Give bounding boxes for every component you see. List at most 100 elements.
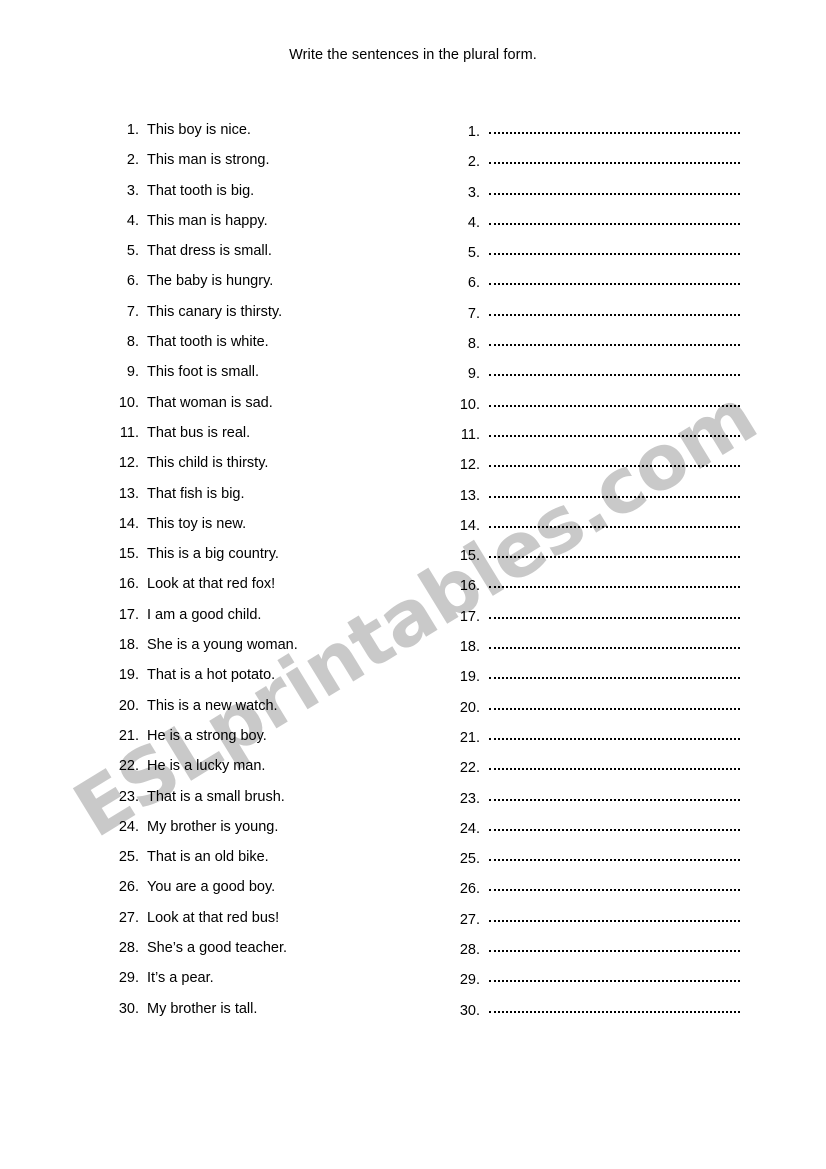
answer-row: 28. [455, 940, 740, 970]
prompt-sentence: This toy is new. [147, 515, 247, 532]
answer-number: 9. [467, 366, 480, 383]
prompt-row: 15. This is a big country. [113, 546, 413, 576]
prompt-sentence: This man is happy. [147, 212, 268, 229]
answer-write-in-line[interactable] [489, 819, 740, 833]
answer-number: 10. [459, 396, 480, 413]
prompt-sentence: He is a strong boy. [147, 727, 267, 744]
answer-write-in-line[interactable] [489, 607, 740, 621]
answer-write-in-line[interactable] [489, 152, 740, 166]
answer-write-in-line[interactable] [489, 183, 740, 197]
prompt-row: 1. This boy is nice. [113, 122, 413, 152]
prompt-row: 20. This is a new watch. [113, 698, 413, 728]
prompt-row: 10. That woman is sad. [113, 395, 413, 425]
answer-row: 18. [455, 637, 740, 667]
prompt-row: 5. That dress is small. [113, 243, 413, 273]
prompt-number: 4. [126, 212, 139, 229]
prompt-number: 5. [126, 243, 139, 260]
answer-row: 15. [455, 546, 740, 576]
answer-write-in-line[interactable] [489, 879, 740, 893]
prompt-sentence: This man is strong. [147, 152, 270, 169]
prompt-number: 24. [118, 818, 139, 835]
answer-row: 4. [455, 213, 740, 243]
answer-write-in-line[interactable] [489, 364, 740, 378]
prompt-number: 13. [118, 485, 139, 502]
answer-row: 10. [455, 395, 740, 425]
prompt-sentence: That tooth is white. [147, 334, 269, 351]
prompt-number: 30. [118, 1000, 139, 1017]
answer-write-in-line[interactable] [489, 910, 740, 924]
answer-write-in-line[interactable] [489, 334, 740, 348]
prompt-sentence: Look at that red fox! [147, 576, 276, 593]
answer-write-in-line[interactable] [489, 970, 740, 984]
prompt-sentence: That is an old bike. [147, 849, 269, 866]
answer-row: 26. [455, 879, 740, 909]
prompt-number: 15. [118, 546, 139, 563]
answer-write-in-line[interactable] [489, 940, 740, 954]
prompt-number: 3. [126, 182, 139, 199]
answer-row: 2. [455, 152, 740, 182]
answer-write-in-line[interactable] [489, 122, 740, 136]
answer-write-in-line[interactable] [489, 243, 740, 257]
answer-number: 16. [459, 578, 480, 595]
answer-number: 15. [459, 548, 480, 565]
answer-write-in-line[interactable] [489, 576, 740, 590]
answer-write-in-line[interactable] [489, 455, 740, 469]
answer-write-in-line[interactable] [489, 486, 740, 500]
answer-number: 19. [459, 669, 480, 686]
answer-write-in-line[interactable] [489, 273, 740, 287]
prompt-sentence: This child is thirsty. [147, 455, 269, 472]
answer-write-in-line[interactable] [489, 516, 740, 530]
answer-write-in-line[interactable] [489, 849, 740, 863]
prompt-sentence: The baby is hungry. [147, 273, 274, 290]
answer-number: 29. [459, 972, 480, 989]
prompt-number: 29. [118, 970, 139, 987]
answer-number: 6. [467, 275, 480, 292]
prompt-row: 4. This man is happy. [113, 213, 413, 243]
prompt-row: 18. She is a young woman. [113, 637, 413, 667]
prompt-row: 6. The baby is hungry. [113, 273, 413, 303]
answer-number: 5. [467, 245, 480, 262]
prompt-row: 22. He is a lucky man. [113, 758, 413, 788]
answer-write-in-line[interactable] [489, 546, 740, 560]
prompt-number: 6. [126, 273, 139, 290]
prompt-sentence: You are a good boy. [147, 879, 276, 896]
prompt-sentence: This is a new watch. [147, 697, 278, 714]
prompt-number: 22. [118, 758, 139, 775]
prompt-row: 16. Look at that red fox! [113, 576, 413, 606]
answer-write-in-line[interactable] [489, 425, 740, 439]
prompt-number: 26. [118, 879, 139, 896]
answer-column: 1. 2. 3. 4. 5. 6. 7. 8. 9. 10. 11. 12. 13. 14. 15. 16. 1… [455, 122, 740, 1031]
answer-number: 14. [459, 517, 480, 534]
prompt-number: 8. [126, 334, 139, 351]
answer-row: 5. [455, 243, 740, 273]
prompt-number: 1. [126, 122, 139, 138]
prompt-row: 8. That tooth is white. [113, 334, 413, 364]
prompt-number: 20. [118, 697, 139, 714]
answer-number: 1. [467, 124, 480, 140]
answer-number: 12. [459, 457, 480, 474]
prompt-sentence: That woman is sad. [147, 394, 273, 411]
answer-number: 27. [459, 911, 480, 928]
answer-number: 21. [459, 729, 480, 746]
prompt-row: 7. This canary is thirsty. [113, 304, 413, 334]
answer-write-in-line[interactable] [489, 395, 740, 409]
answer-row: 16. [455, 576, 740, 606]
answer-number: 3. [467, 184, 480, 201]
answer-write-in-line[interactable] [489, 698, 740, 712]
answer-write-in-line[interactable] [489, 304, 740, 318]
answer-write-in-line[interactable] [489, 728, 740, 742]
prompt-sentence: This boy is nice. [147, 122, 251, 138]
answer-write-in-line[interactable] [489, 789, 740, 803]
answer-row: 7. [455, 304, 740, 334]
answer-write-in-line[interactable] [489, 758, 740, 772]
answer-write-in-line[interactable] [489, 1001, 740, 1015]
prompt-number: 2. [126, 152, 139, 169]
prompt-sentence: I am a good child. [147, 606, 262, 623]
answer-number: 18. [459, 639, 480, 656]
prompt-row: 2. This man is strong. [113, 152, 413, 182]
answer-row: 30. [455, 1001, 740, 1031]
answer-write-in-line[interactable] [489, 667, 740, 681]
answer-row: 27. [455, 910, 740, 940]
answer-write-in-line[interactable] [489, 213, 740, 227]
answer-write-in-line[interactable] [489, 637, 740, 651]
